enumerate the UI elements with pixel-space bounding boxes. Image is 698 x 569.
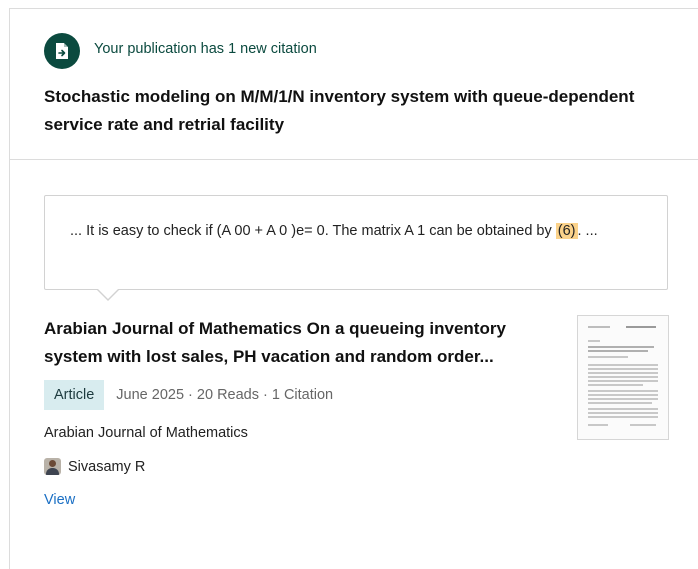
citing-work-author[interactable]: Sivasamy R [44,458,145,475]
citing-work-thumbnail[interactable] [577,315,669,440]
citing-work-meta-row: Article June 2025 · 20 Reads · 1 Citatio… [44,380,333,410]
citation-context-before: ... It is easy to check if (A 00 + A 0 )… [70,223,556,239]
avatar [44,458,61,475]
citation-highlight: (6) [555,223,578,239]
article-type-badge: Article [44,380,105,410]
document-arrow-icon [44,33,80,69]
publication-title[interactable]: Stochastic modeling on M/M/1/N inventory… [44,83,654,139]
author-name[interactable]: Sivasamy R [68,459,145,475]
notification-header: Your publication has 1 new citation Stoc… [10,9,698,160]
citation-context-after: . ... [577,223,598,239]
citation-context-box: ... It is easy to check if (A 00 + A 0 )… [44,195,668,301]
notification-text: Your publication has 1 new citation [94,41,317,57]
citing-work-journal: Arabian Journal of Mathematics [44,425,248,441]
speech-caret-fill [98,289,118,299]
citing-work-meta: June 2025 · 20 Reads · 1 Citation [116,387,334,403]
citation-context-text: ... It is easy to check if (A 00 + A 0 )… [70,220,660,242]
citing-work-title[interactable]: Arabian Journal of Mathematics On a queu… [44,315,554,371]
view-link[interactable]: View [44,492,75,508]
citation-notification-card: Your publication has 1 new citation Stoc… [9,8,698,569]
